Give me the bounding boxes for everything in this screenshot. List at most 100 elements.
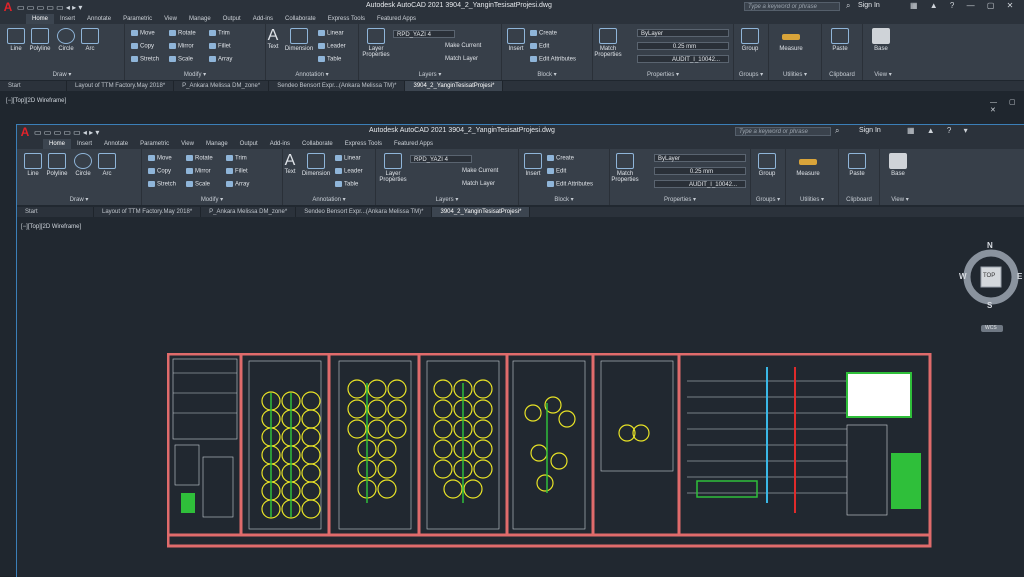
back-tab-insert[interactable]: Insert xyxy=(54,14,81,24)
leader-button[interactable]: Leader xyxy=(335,168,363,175)
back-layer-combo[interactable]: RPD_YAZI 4 xyxy=(393,30,455,38)
viewcube-north[interactable]: N xyxy=(987,241,993,250)
tab-annotate[interactable]: Annotate xyxy=(98,139,134,149)
tab-insert[interactable]: Insert xyxy=(71,139,98,149)
back-tab-addins[interactable]: Add-ins xyxy=(247,14,279,24)
back-measure-tool[interactable]: Measure xyxy=(773,28,809,52)
back-draw-label[interactable]: Draw ▾ xyxy=(0,71,124,80)
back-tab-manage[interactable]: Manage xyxy=(183,14,217,24)
doctab-start[interactable]: Start xyxy=(17,207,94,217)
back-doctab-4[interactable]: 3904_2_YanginTesisatProjesi* xyxy=(405,81,504,91)
match-layer-button[interactable]: Match Layer xyxy=(462,181,495,187)
back-mirror[interactable]: Mirror xyxy=(169,43,194,50)
back-tab-home[interactable]: Home xyxy=(26,14,55,24)
back-tab-output[interactable]: Output xyxy=(217,14,247,24)
lineweight-dropdown[interactable]: 0.25 mm xyxy=(654,167,746,175)
edit-block-button[interactable]: Edit xyxy=(547,168,566,175)
modify-panel-label[interactable]: Modify ▾ xyxy=(142,196,282,205)
back-doctab-1[interactable]: Layout of TTM Factory.May 2018* xyxy=(67,81,175,91)
table-button[interactable]: Table xyxy=(335,181,358,188)
layers-panel-label[interactable]: Layers ▾ xyxy=(376,196,518,205)
draw-panel-label[interactable]: Draw ▾ xyxy=(17,196,141,205)
drawing-canvas[interactable] xyxy=(166,352,933,549)
back-dimension-tool[interactable]: Dimension xyxy=(284,28,314,52)
back-color-combo[interactable]: ByLayer xyxy=(637,29,729,37)
viewcube-west[interactable]: W xyxy=(959,272,967,281)
back-tab-annotate[interactable]: Annotate xyxy=(81,14,117,24)
tab-output[interactable]: Output xyxy=(234,139,264,149)
back-match-layer[interactable]: Match Layer xyxy=(445,56,478,62)
back-viewport-label[interactable]: [−][Top][2D Wireframe] xyxy=(6,98,66,104)
dimension-tool[interactable]: Dimension xyxy=(301,153,331,177)
measure-button[interactable]: Measure xyxy=(790,153,826,177)
back-fillet[interactable]: Fillet xyxy=(209,43,231,50)
back-line-tool[interactable]: Line xyxy=(6,28,26,52)
back-tab-featured[interactable]: Featured Apps xyxy=(371,14,422,24)
match-properties-button[interactable]: Match Properties xyxy=(610,153,640,183)
back-tab-parametric[interactable]: Parametric xyxy=(117,14,158,24)
rotate-button[interactable]: Rotate xyxy=(186,155,213,162)
doctab-ankara-melissa[interactable]: P_Ankara Melissa DM_zone* xyxy=(201,207,297,217)
doctab-yangin[interactable]: 3904_2_YanginTesisatProjesi* xyxy=(432,207,531,217)
back-viewport-controls[interactable]: — ▢ ✕ xyxy=(990,98,1024,114)
group-button[interactable]: Group xyxy=(753,153,781,177)
back-scale[interactable]: Scale xyxy=(169,56,193,63)
back-tab-view[interactable]: View xyxy=(158,14,183,24)
groups-panel-label[interactable]: Groups ▾ xyxy=(751,196,785,205)
stretch-button[interactable]: Stretch xyxy=(148,181,176,188)
back-move[interactable]: Move xyxy=(131,30,155,37)
mirror-button[interactable]: Mirror xyxy=(186,168,211,175)
properties-panel-label[interactable]: Properties ▾ xyxy=(610,196,750,205)
create-block-button[interactable]: Create xyxy=(547,155,574,162)
back-array[interactable]: Array xyxy=(209,56,232,63)
back-stretch[interactable]: Stretch xyxy=(131,56,159,63)
back-quick-access[interactable]: ▭ ▭ ▭ ▭ ▭ ◂ ▸ ▾ xyxy=(17,3,82,12)
back-table[interactable]: Table xyxy=(318,56,341,63)
back-polyline-tool[interactable]: Polyline xyxy=(28,28,52,52)
back-annotation-label[interactable]: Annotation ▾ xyxy=(266,71,358,80)
back-clipboard-label[interactable]: Clipboard xyxy=(822,71,862,80)
back-tab-express[interactable]: Express Tools xyxy=(322,14,371,24)
back-doctab-2[interactable]: P_Ankara Melissa DM_zone* xyxy=(174,81,270,91)
compass-ring-icon[interactable] xyxy=(959,243,1023,333)
circle-tool[interactable]: Circle xyxy=(72,153,94,177)
clipboard-panel-label[interactable]: Clipboard xyxy=(839,196,879,205)
search-icon[interactable]: ⌕ xyxy=(835,126,844,136)
back-block-label[interactable]: Block ▾ xyxy=(502,71,592,80)
back-linetype-combo[interactable]: AUDIT_I_10042... xyxy=(637,55,729,63)
back-utilities-label[interactable]: Utilities ▾ xyxy=(769,71,821,80)
back-search-input[interactable]: Type a keyword or phrase xyxy=(744,2,840,11)
edit-attributes-button[interactable]: Edit Attributes xyxy=(547,181,593,188)
tab-express[interactable]: Express Tools xyxy=(339,139,388,149)
doctab-sendeo[interactable]: Sendeo Bensort Expr...(Ankara Melissa TM… xyxy=(296,207,433,217)
cad-drawing-icon[interactable] xyxy=(166,352,933,549)
back-leader[interactable]: Leader xyxy=(318,43,346,50)
line-tool[interactable]: Line xyxy=(23,153,43,177)
back-make-current[interactable]: Make Current xyxy=(445,43,481,49)
back-view-label[interactable]: View ▾ xyxy=(863,71,903,80)
back-properties-label[interactable]: Properties ▾ xyxy=(593,71,733,80)
layer-dropdown[interactable]: RPD_YAZI 4 xyxy=(410,155,472,163)
back-base-tool[interactable]: Base xyxy=(867,28,895,52)
view-panel-label[interactable]: View ▾ xyxy=(880,196,920,205)
back-doctab-3[interactable]: Sendeo Bensort Expr...(Ankara Melissa TM… xyxy=(269,81,406,91)
array-button[interactable]: Array xyxy=(226,181,249,188)
search-icon[interactable]: ⌕ xyxy=(846,1,855,11)
base-button[interactable]: Base xyxy=(884,153,912,177)
back-lineweight-combo[interactable]: 0.25 mm xyxy=(637,42,729,50)
utilities-panel-label[interactable]: Utilities ▾ xyxy=(786,196,838,205)
linear-button[interactable]: Linear xyxy=(335,155,361,162)
back-layers-label[interactable]: Layers ▾ xyxy=(359,71,501,80)
back-paste-tool[interactable]: Paste xyxy=(826,28,854,52)
back-arc-tool[interactable]: Arc xyxy=(80,28,100,52)
back-tab-collaborate[interactable]: Collaborate xyxy=(279,14,322,24)
viewcube-east[interactable]: E xyxy=(1017,272,1022,281)
viewport-label[interactable]: [−][Top][2D Wireframe] xyxy=(21,224,81,230)
back-layer-properties[interactable]: Layer Properties xyxy=(361,28,391,58)
back-match-properties[interactable]: Match Properties xyxy=(593,28,623,58)
autocad-logo-icon[interactable]: A xyxy=(19,126,31,138)
scale-button[interactable]: Scale xyxy=(186,181,210,188)
back-doctab-start[interactable]: Start xyxy=(0,81,67,91)
fillet-button[interactable]: Fillet xyxy=(226,168,248,175)
back-window-controls[interactable]: ▦ ▲ ? — ▢ ✕ xyxy=(910,1,1018,10)
